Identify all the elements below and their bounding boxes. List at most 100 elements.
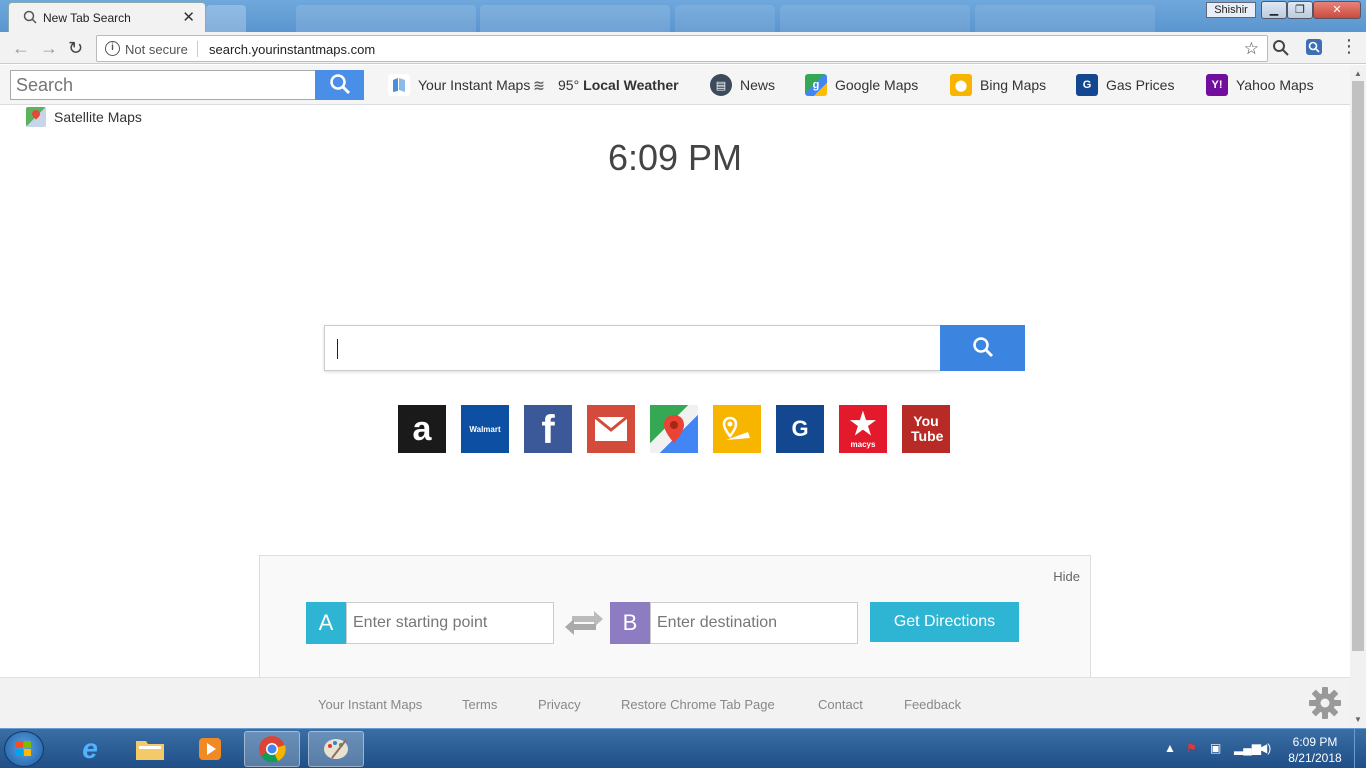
taskbar-clock[interactable]: 6:09 PM 8/21/2018 [1280,734,1350,766]
map-pin-icon [664,415,684,443]
starting-point-input[interactable] [346,602,554,644]
extension-icon[interactable] [1305,38,1323,56]
toolbar-search-button[interactable] [315,70,364,100]
footer-link-terms[interactable]: Terms [462,697,497,712]
tile-bing-maps[interactable] [713,405,761,453]
extension-toolbar: Your Instant Maps ≋ 95°Local Weather ▤ N… [0,65,1350,105]
action-center-flag-icon[interactable]: ⚑ [1186,741,1197,755]
amazon-icon: a [412,409,432,448]
show-desktop-button[interactable] [1354,729,1366,768]
tab-title: New Tab Search [43,11,131,25]
reload-icon[interactable]: ↻ [68,38,83,59]
forward-icon[interactable]: → [40,38,58,59]
search-icon [23,10,37,24]
show-hidden-icons[interactable]: ▲ [1164,741,1176,755]
tile-walmart[interactable]: Walmart [461,405,509,453]
tile-google-maps[interactable] [650,405,698,453]
tab-new-tab-search[interactable]: New Tab Search ✕ [8,2,206,32]
back-icon[interactable]: ← [12,38,30,59]
taskbar-file-explorer[interactable] [122,731,178,767]
scrollbar[interactable]: ▲ ▼ [1350,65,1366,728]
footer-link-feedback[interactable]: Feedback [904,697,961,712]
search-icon [329,73,350,94]
scroll-down-icon[interactable]: ▼ [1354,715,1362,724]
star-icon: ★ [849,407,877,441]
footer-link-restore-chrome-tab[interactable]: Restore Chrome Tab Page [621,697,775,712]
link-your-instant-maps[interactable]: Your Instant Maps [388,74,530,96]
tile-macys[interactable]: ★ macys [839,405,887,453]
link-local-weather[interactable]: ≋ 95° Local Weather [528,74,678,96]
gear-icon[interactable] [1308,686,1342,720]
google-maps-icon: g [805,74,827,96]
link-satellite-maps[interactable]: Satellite Maps [26,107,142,127]
get-directions-button[interactable]: Get Directions [870,602,1019,642]
internet-explorer-icon: e [82,733,98,764]
main-search-button[interactable] [940,325,1025,371]
link-gas-prices[interactable]: G Gas Prices [1076,74,1174,96]
url-text[interactable]: search.yourinstantmaps.com [209,42,375,57]
info-icon[interactable]: i [105,41,120,56]
bookmark-star-icon[interactable]: ☆ [1244,39,1259,59]
link-bing-maps[interactable]: ⬤ Bing Maps [950,74,1046,96]
restore-button[interactable]: ❐ [1287,1,1313,19]
taskbar-time: 6:09 PM [1292,735,1338,749]
windows-logo-icon [16,741,31,756]
background-tab[interactable] [296,5,476,32]
tile-gmail[interactable] [587,405,635,453]
taskbar-media-player[interactable] [182,731,238,767]
label-b: B [610,602,650,644]
gas-prices-icon: G [791,416,809,441]
gas-prices-icon: G [1076,74,1098,96]
facebook-icon: f [541,408,555,452]
search-extension-icon[interactable] [1272,39,1290,57]
swap-arrows-icon[interactable] [564,610,604,636]
tile-facebook[interactable]: f [524,405,572,453]
volume-icon[interactable]: ◀) [1258,741,1271,755]
background-tab[interactable] [780,5,970,32]
walmart-icon: Walmart [469,424,501,434]
folder-icon [136,741,164,760]
tile-amazon[interactable]: a [398,405,446,453]
main-search-input[interactable] [324,325,941,371]
footer-link-contact[interactable]: Contact [818,697,863,712]
scrollbar-thumb[interactable] [1352,81,1364,651]
link-google-maps[interactable]: g Google Maps [805,74,918,96]
destination-input[interactable] [650,602,858,644]
text-caret [337,339,338,359]
paint-palette-icon [324,739,348,759]
satellite-maps-icon [26,107,46,127]
tile-youtube[interactable]: You Tube [902,405,950,453]
toolbar-search-input[interactable] [10,70,316,100]
footer-link-your-instant-maps[interactable]: Your Instant Maps [318,697,422,712]
yahoo-maps-icon: Y! [1206,74,1228,96]
taskbar-paint[interactable] [308,731,364,767]
link-yahoo-maps[interactable]: Y! Yahoo Maps [1206,74,1314,96]
link-news[interactable]: ▤ News [710,74,775,96]
tile-gas-prices[interactable]: G [776,405,824,453]
minimize-button[interactable]: ▁ [1261,1,1287,19]
taskbar-internet-explorer[interactable]: e [62,731,118,767]
footer: Your Instant Maps Terms Privacy Restore … [0,677,1350,728]
hide-link[interactable]: Hide [1053,569,1080,584]
menu-icon[interactable]: ⋮ [1340,36,1358,57]
network-icon[interactable]: ▂▄▆ [1234,741,1261,755]
start-button[interactable] [4,731,44,767]
scroll-up-icon[interactable]: ▲ [1354,69,1362,78]
address-bar[interactable]: i Not secure search.yourinstantmaps.com … [96,35,1268,62]
security-label: Not secure [125,42,188,57]
mail-icon [594,416,628,441]
new-tab-button[interactable] [206,5,246,32]
tab-close-icon[interactable]: ✕ [182,8,195,26]
taskbar-chrome[interactable] [244,731,300,767]
profile-badge[interactable]: Shishir [1206,2,1256,18]
background-tab[interactable] [975,5,1155,32]
close-window-button[interactable]: ✕ [1313,1,1361,19]
youtube-icon: You Tube [911,413,944,444]
bing-maps-icon: ⬤ [950,74,972,96]
browser-titlebar: New Tab Search ✕ Shishir ▁ ❐ ✕ [0,0,1366,32]
news-icon: ▤ [710,74,732,96]
background-tab[interactable] [480,5,670,32]
background-tab[interactable] [675,5,775,32]
device-icon[interactable]: ▣ [1210,741,1221,755]
footer-link-privacy[interactable]: Privacy [538,697,581,712]
